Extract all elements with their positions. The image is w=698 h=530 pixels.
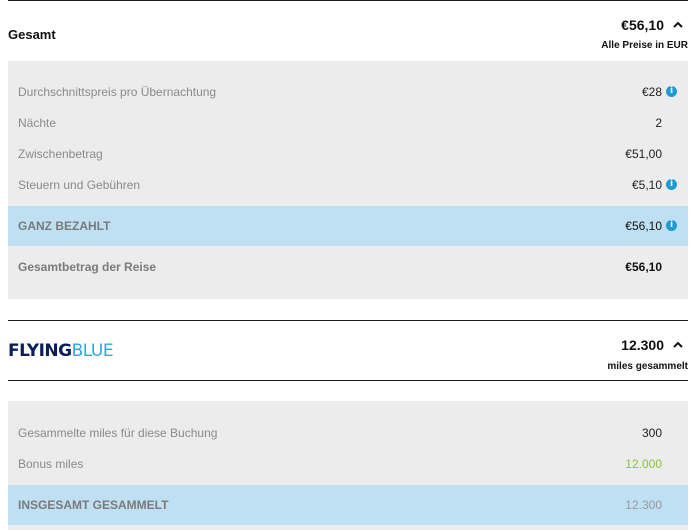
average-price-value: €28 <box>641 85 662 99</box>
price-row-value: €28 i <box>641 85 677 99</box>
price-row-value: €5,10 i <box>631 178 677 192</box>
info-icon[interactable]: i <box>666 86 677 97</box>
miles-row-label: Bonus miles <box>18 457 84 471</box>
gesamt-total[interactable]: €56,10 <box>621 17 684 33</box>
paid-value-wrap: €56,10 i <box>625 219 677 233</box>
collected-label: INSGESAMT GESAMMELT <box>18 498 169 512</box>
logo-part-flying: FLYING <box>8 341 72 361</box>
chevron-up-icon[interactable] <box>672 339 684 351</box>
flyingblue-bottom-divider <box>8 380 688 381</box>
price-row-taxes: Steuern und Gebühren €5,10 i <box>8 171 688 199</box>
trip-total-value: €56,10 <box>625 260 662 274</box>
miles-sub: miles gesammelt <box>607 361 688 372</box>
price-row-label: Steuern und Gebühren <box>18 178 141 192</box>
paid-row: GANZ BEZAHLT €56,10 i <box>8 206 688 246</box>
trip-total-label: Gesamtbetrag der Reise <box>18 260 157 274</box>
price-row-label: Durchschnittspreis pro Übernachtung <box>18 85 217 99</box>
miles-total[interactable]: 12.300 <box>621 337 684 353</box>
price-row-value: €51,00 <box>625 147 662 161</box>
price-row-label: Nächte <box>18 116 57 130</box>
miles-panel: Gesammelte miles für diese Buchung 300 B… <box>8 401 688 530</box>
miles-row-value: 300 <box>641 426 662 440</box>
gesamt-title: Gesamt <box>8 27 56 42</box>
info-icon[interactable]: i <box>666 179 677 190</box>
price-row-nights: Nächte 2 <box>8 109 688 137</box>
paid-value: €56,10 <box>625 219 662 233</box>
paid-label: GANZ BEZAHLT <box>18 219 111 233</box>
collected-row: INSGESAMT GESAMMELT 12.300 <box>8 485 688 525</box>
miles-row-bonus: Bonus miles 12.000 <box>8 450 688 478</box>
miles-row-booking: Gesammelte miles für diese Buchung 300 <box>8 419 688 447</box>
gesamt-total-value: €56,10 <box>621 17 664 33</box>
flyingblue-header[interactable]: FLYINGBLUE 12.300 miles gesammelt <box>8 321 688 379</box>
info-icon[interactable]: i <box>666 220 677 231</box>
miles-row-label: Gesammelte miles für diese Buchung <box>18 426 218 440</box>
bonus-miles-value: 12.000 <box>625 457 662 471</box>
price-row-subtotal: Zwischenbetrag €51,00 <box>8 140 688 168</box>
logo-part-blue: BLUE <box>71 341 114 361</box>
gesamt-header[interactable]: Gesamt €56,10 Alle Preise in EUR <box>8 1 688 59</box>
collected-value: 12.300 <box>625 498 662 512</box>
taxes-value: €5,10 <box>631 178 662 192</box>
price-breakdown-panel: Durchschnittspreis pro Übernachtung €28 … <box>8 61 688 299</box>
price-row-value: 2 <box>655 116 662 130</box>
miles-total-value: 12.300 <box>621 337 664 353</box>
trip-total-row: Gesamtbetrag der Reise €56,10 <box>8 249 688 285</box>
price-row-label: Zwischenbetrag <box>18 147 103 161</box>
price-row-average: Durchschnittspreis pro Übernachtung €28 … <box>8 78 688 106</box>
currency-note: Alle Preise in EUR <box>601 40 688 51</box>
chevron-up-icon[interactable] <box>672 19 684 31</box>
flyingblue-logo: FLYINGBLUE <box>8 341 114 361</box>
